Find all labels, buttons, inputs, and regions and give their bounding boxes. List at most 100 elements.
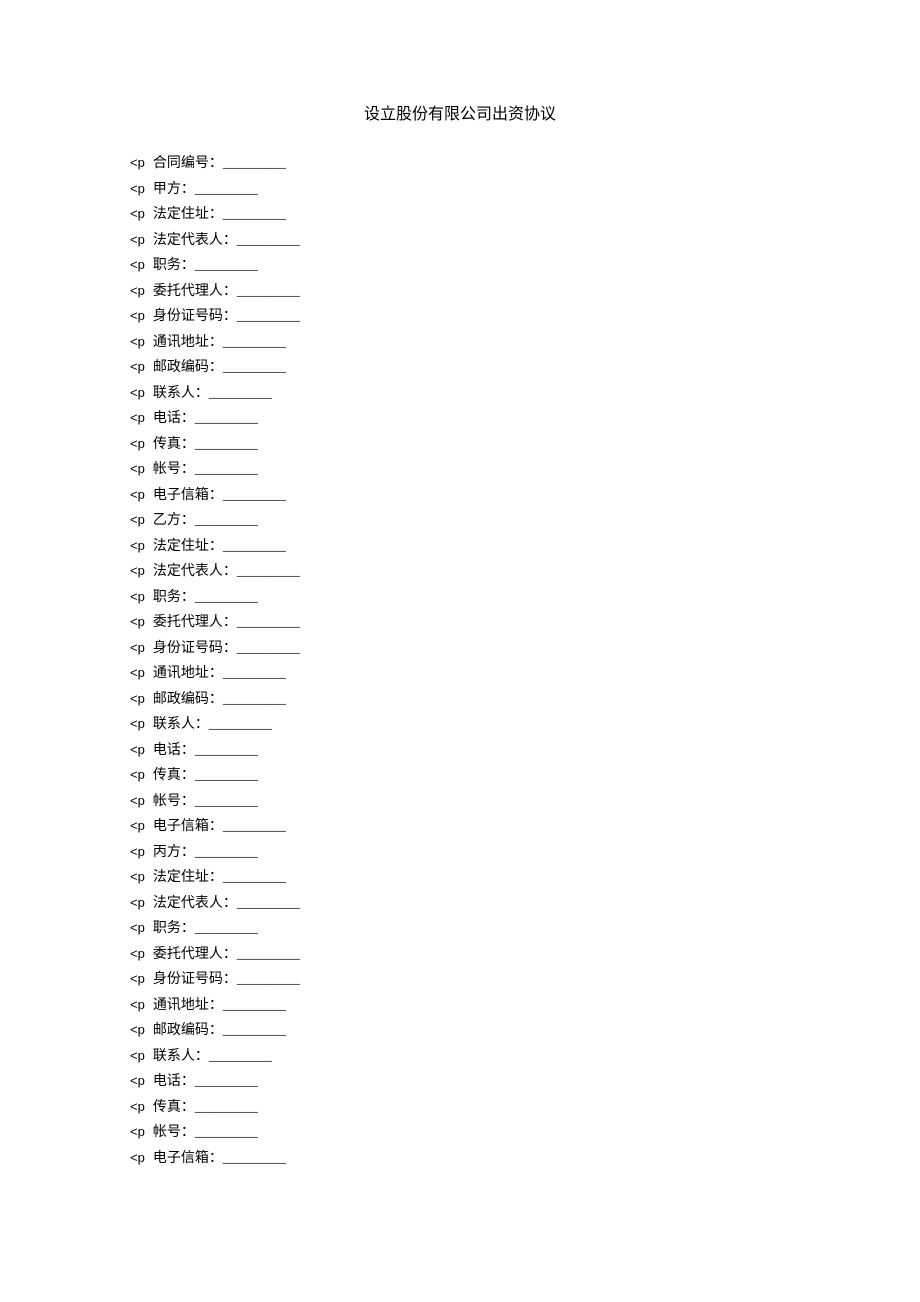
p-tag-marker: <p (130, 947, 145, 960)
field-blank: _________ (237, 973, 300, 987)
p-tag-marker: <p (130, 156, 145, 169)
p-tag-marker: <p (130, 1023, 145, 1036)
field-blank: _________ (195, 1126, 258, 1140)
field-row: <p电子信箱：_________ (130, 488, 790, 503)
field-row: <p 邮政编码：_________ (130, 1023, 790, 1038)
field-label: 电话： (153, 1075, 195, 1089)
field-blank: _________ (237, 948, 300, 962)
field-row: <p 法定住址：_________ (130, 870, 790, 885)
field-label: 电子信箱： (153, 489, 223, 503)
p-tag-marker: <p (130, 462, 145, 475)
p-tag-marker: <p (130, 717, 145, 730)
field-label: 法定代表人： (153, 897, 237, 911)
p-tag-marker: <p (130, 845, 145, 858)
field-row: <p传真：_________ (130, 437, 790, 452)
field-label: 帐号： (153, 795, 195, 809)
p-tag-marker: <p (130, 921, 145, 934)
field-label: 传真： (153, 1101, 195, 1115)
p-tag-marker: <p (130, 335, 145, 348)
field-row: <p传真：_________ (130, 1100, 790, 1115)
field-row: <p 电话：_________ (130, 743, 790, 758)
field-blank: _________ (223, 361, 286, 375)
field-row: <p合同编号：_________ (130, 156, 790, 171)
field-row: <p职务：_________ (130, 258, 790, 273)
p-tag-marker: <p (130, 768, 145, 781)
p-tag-marker: <p (130, 692, 145, 705)
p-tag-marker: <p (130, 1100, 145, 1113)
p-tag-marker: <p (130, 207, 145, 220)
field-row: <p职务：_________ (130, 590, 790, 605)
p-tag-marker: <p (130, 564, 145, 577)
field-row: <p联系人：_________ (130, 717, 790, 732)
p-tag-marker: <p (130, 1125, 145, 1138)
field-label: 合同编号： (153, 157, 223, 171)
field-label: 法定住址： (153, 208, 223, 222)
field-label: 法定住址： (153, 871, 223, 885)
field-blank: _________ (223, 693, 286, 707)
field-row: <p 邮政编码：_________ (130, 360, 790, 375)
field-row: <p通讯地址：_________ (130, 998, 790, 1013)
field-blank: _________ (195, 922, 258, 936)
field-label: 电话： (153, 412, 195, 426)
field-blank: _________ (209, 1050, 272, 1064)
field-row: <p乙方：_________ (130, 513, 790, 528)
field-label: 身份证号码： (153, 973, 237, 987)
p-tag-marker: <p (130, 870, 145, 883)
field-row: <p邮政编码：_________ (130, 692, 790, 707)
field-row: <p 法定代表人：_________ (130, 233, 790, 248)
field-blank: _________ (195, 438, 258, 452)
p-tag-marker: <p (130, 411, 145, 424)
p-tag-marker: <p (130, 539, 145, 552)
field-blank: _________ (237, 565, 300, 579)
field-row: <p电子信箱：_________ (130, 1151, 790, 1166)
field-label: 职务： (153, 591, 195, 605)
field-row: <p联系人：_________ (130, 386, 790, 401)
field-blank: _________ (195, 463, 258, 477)
field-row: <p职务：_________ (130, 921, 790, 936)
field-label: 乙方： (153, 514, 195, 528)
field-label: 邮政编码： (153, 361, 223, 375)
p-tag-marker: <p (130, 233, 145, 246)
field-blank: _________ (209, 718, 272, 732)
p-tag-marker: <p (130, 972, 145, 985)
field-label: 帐号： (153, 1126, 195, 1140)
field-blank: _________ (195, 514, 258, 528)
p-tag-marker: <p (130, 666, 145, 679)
field-blank: _________ (237, 310, 300, 324)
field-row: <p 身份证号码：_________ (130, 972, 790, 987)
field-label: 丙方： (153, 846, 195, 860)
field-blank: _________ (195, 744, 258, 758)
p-tag-marker: <p (130, 360, 145, 373)
field-row: <p帐号：_________ (130, 794, 790, 809)
field-blank: _________ (195, 412, 258, 426)
p-tag-marker: <p (130, 615, 145, 628)
field-blank: _________ (195, 183, 258, 197)
document-page: 设立股份有限公司出资协议 <p合同编号：_________<p甲方：______… (130, 100, 790, 1166)
field-blank: _________ (223, 1024, 286, 1038)
field-label: 电子信箱： (153, 1152, 223, 1166)
field-row: <p 电话：_________ (130, 411, 790, 426)
fields-container: <p合同编号：_________<p甲方：_________<p法定住址：___… (130, 156, 790, 1166)
field-label: 电话： (153, 744, 195, 758)
field-row: <p法定住址：_________ (130, 539, 790, 554)
field-label: 联系人： (153, 387, 209, 401)
p-tag-marker: <p (130, 284, 145, 297)
p-tag-marker: <p (130, 1151, 145, 1164)
field-label: 帐号： (153, 463, 195, 477)
field-row: <p电子信箱：_________ (130, 819, 790, 834)
document-title: 设立股份有限公司出资协议 (130, 100, 790, 124)
field-row: <p法定住址：_________ (130, 207, 790, 222)
field-blank: _________ (237, 285, 300, 299)
field-blank: _________ (223, 871, 286, 885)
field-label: 通讯地址： (153, 999, 223, 1013)
field-row: <p传真：_________ (130, 768, 790, 783)
p-tag-marker: <p (130, 1049, 145, 1062)
p-tag-marker: <p (130, 743, 145, 756)
field-blank: _________ (195, 591, 258, 605)
field-blank: _________ (223, 336, 286, 350)
field-label: 邮政编码： (153, 1024, 223, 1038)
field-label: 职务： (153, 259, 195, 273)
field-blank: _________ (237, 234, 300, 248)
field-label: 法定代表人： (153, 234, 237, 248)
field-blank: _________ (195, 1075, 258, 1089)
